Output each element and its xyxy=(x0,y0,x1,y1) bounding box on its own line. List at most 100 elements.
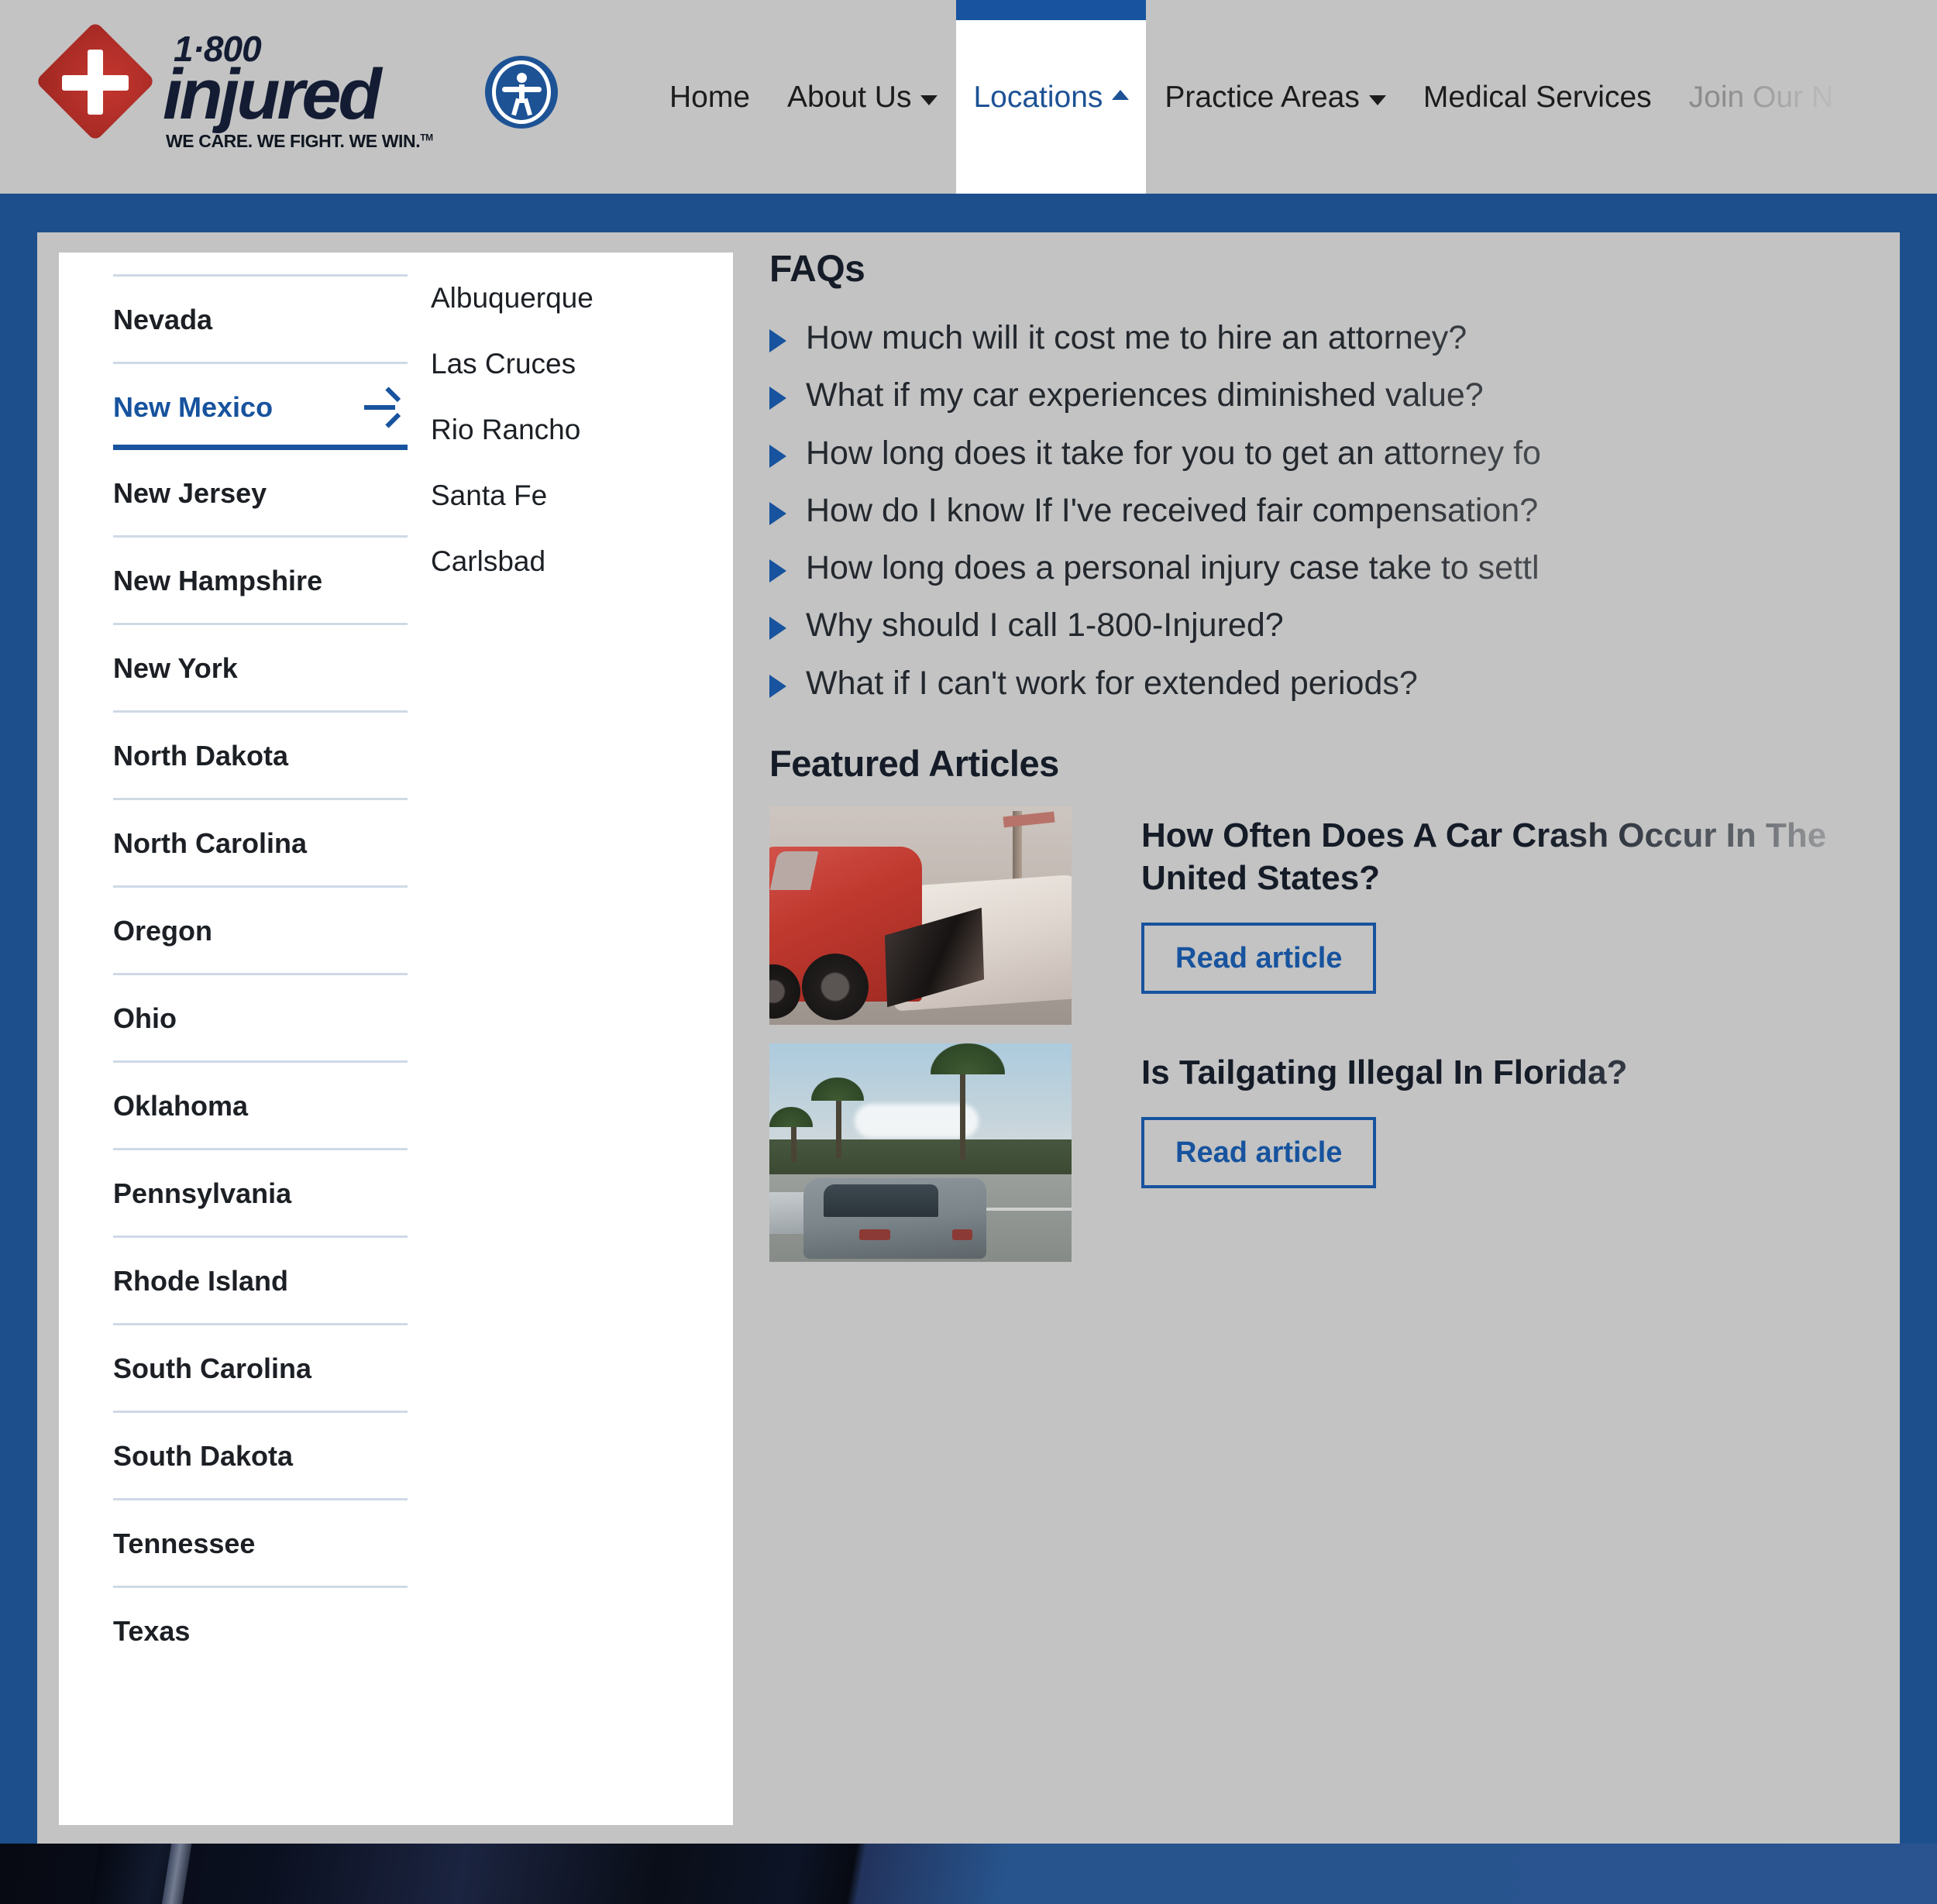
faq-item[interactable]: What if my car experiences diminished va… xyxy=(769,377,1900,414)
faq-label: How long does it take for you to get an … xyxy=(806,435,1541,472)
state-label: New Mexico xyxy=(113,394,273,421)
article-body: Is Tailgating Illegal In Florida? Read a… xyxy=(1141,1043,1900,1188)
state-label: South Carolina xyxy=(113,1355,311,1383)
triangle-right-icon xyxy=(769,617,786,640)
chevron-down-icon xyxy=(920,95,938,105)
nav-item-practice-areas[interactable]: Practice Areas xyxy=(1146,0,1404,194)
state-item-new-jersey[interactable]: New Jersey xyxy=(113,450,408,535)
brand-name: injured xyxy=(163,62,449,128)
state-list: Nevada New Mexico New Jersey New Hampshi… xyxy=(59,253,431,1825)
faq-item[interactable]: How do I know If I've received fair comp… xyxy=(769,493,1900,529)
city-item-santa-fe[interactable]: Santa Fe xyxy=(431,481,717,547)
state-label: Pennsylvania xyxy=(113,1180,291,1208)
state-label: Oregon xyxy=(113,917,212,945)
nav-item-join-our-network[interactable]: Join Our N xyxy=(1670,0,1852,194)
state-label: North Dakota xyxy=(113,742,288,770)
nav-label: About Us xyxy=(787,82,911,112)
state-item-nevada[interactable]: Nevada xyxy=(113,274,408,362)
featured-article-card: Is Tailgating Illegal In Florida? Read a… xyxy=(769,1043,1900,1262)
state-item-south-dakota[interactable]: South Dakota xyxy=(113,1411,408,1498)
state-item-texas[interactable]: Texas xyxy=(113,1586,408,1673)
city-item-rio-rancho[interactable]: Rio Rancho xyxy=(431,415,717,481)
nav-label: Join Our N xyxy=(1689,82,1833,112)
state-label: Nevada xyxy=(113,306,212,334)
locations-dropdown: Nevada New Mexico New Jersey New Hampshi… xyxy=(59,253,733,1825)
faq-item[interactable]: Why should I call 1-800-Injured? xyxy=(769,607,1900,644)
faq-list: How much will it cost me to hire an atto… xyxy=(769,320,1900,702)
state-label: North Carolina xyxy=(113,830,307,857)
nav-label: Locations xyxy=(973,82,1103,112)
dropdown-right-content: FAQs How much will it cost me to hire an… xyxy=(769,232,1900,1280)
faq-item[interactable]: How long does a personal injury case tak… xyxy=(769,550,1900,586)
brand-wordmark: 1·800 injured WE CARE. WE FIGHT. WE WIN.… xyxy=(163,31,449,152)
state-item-new-hampshire[interactable]: New Hampshire xyxy=(113,535,408,623)
article-body: How Often Does A Car Crash Occur In The … xyxy=(1141,806,1900,994)
dropdown-overlay-panel: Nevada New Mexico New Jersey New Hampshi… xyxy=(37,232,1900,1844)
state-item-south-carolina[interactable]: South Carolina xyxy=(113,1323,408,1411)
faq-item[interactable]: What if I can't work for extended period… xyxy=(769,665,1900,702)
faq-item[interactable]: How much will it cost me to hire an atto… xyxy=(769,320,1900,356)
faq-label: What if I can't work for extended period… xyxy=(806,665,1418,702)
featured-article-card: How Often Does A Car Crash Occur In The … xyxy=(769,806,1900,1025)
hero-background-photo xyxy=(0,1844,1937,1904)
state-label: Texas xyxy=(113,1617,190,1645)
state-label: Rhode Island xyxy=(113,1267,288,1295)
triangle-right-icon xyxy=(769,329,786,352)
read-article-button[interactable]: Read article xyxy=(1141,1117,1376,1188)
state-item-north-dakota[interactable]: North Dakota xyxy=(113,710,408,798)
nav-label: Medical Services xyxy=(1423,82,1652,112)
arrow-right-icon xyxy=(364,396,400,419)
triangle-right-icon xyxy=(769,559,786,583)
state-label: New Jersey xyxy=(113,479,267,507)
faq-label: How do I know If I've received fair comp… xyxy=(806,493,1538,529)
state-label: New York xyxy=(113,655,238,682)
chevron-down-icon xyxy=(1369,95,1386,105)
nav-label: Practice Areas xyxy=(1165,82,1359,112)
state-item-ohio[interactable]: Ohio xyxy=(113,973,408,1060)
nav-item-medical-services[interactable]: Medical Services xyxy=(1405,0,1670,194)
site-header: 1·800 injured WE CARE. WE FIGHT. WE WIN.… xyxy=(0,0,1937,194)
chevron-up-icon xyxy=(1112,90,1129,100)
brand-block[interactable]: 1·800 injured WE CARE. WE FIGHT. WE WIN.… xyxy=(37,17,558,152)
state-label: New Hampshire xyxy=(113,567,322,595)
triangle-right-icon xyxy=(769,387,786,410)
city-item-carlsbad[interactable]: Carlsbad xyxy=(431,547,717,613)
state-label: Tennessee xyxy=(113,1530,255,1558)
triangle-right-icon xyxy=(769,675,786,698)
page-root: Nevada New Mexico New Jersey New Hampshi… xyxy=(0,0,1937,1904)
faq-item[interactable]: How long does it take for you to get an … xyxy=(769,435,1900,472)
faq-label: What if my car experiences diminished va… xyxy=(806,377,1484,414)
faq-label: How long does a personal injury case tak… xyxy=(806,550,1540,586)
nav-label: Home xyxy=(669,82,750,112)
brand-tagline: WE CARE. WE FIGHT. WE WIN.TM xyxy=(166,131,449,152)
state-label: South Dakota xyxy=(113,1442,293,1470)
state-item-pennsylvania[interactable]: Pennsylvania xyxy=(113,1148,408,1236)
faqs-heading: FAQs xyxy=(769,248,1900,290)
city-item-albuquerque[interactable]: Albuquerque xyxy=(431,284,717,349)
article-title: Is Tailgating Illegal In Florida? xyxy=(1141,1051,1900,1094)
state-item-oregon[interactable]: Oregon xyxy=(113,885,408,973)
featured-articles-heading: Featured Articles xyxy=(769,742,1900,785)
state-item-tennessee[interactable]: Tennessee xyxy=(113,1498,408,1586)
accessibility-person-icon[interactable] xyxy=(485,56,558,129)
state-item-new-york[interactable]: New York xyxy=(113,623,408,710)
nav-item-home[interactable]: Home xyxy=(651,0,769,194)
triangle-right-icon xyxy=(769,502,786,525)
state-item-oklahoma[interactable]: Oklahoma xyxy=(113,1060,408,1148)
city-list: Albuquerque Las Cruces Rio Rancho Santa … xyxy=(431,253,733,1825)
highway-suv-photo[interactable] xyxy=(769,1043,1072,1262)
active-tab-bar xyxy=(956,0,1146,20)
state-item-rhode-island[interactable]: Rhode Island xyxy=(113,1236,408,1323)
nav-item-locations[interactable]: Locations xyxy=(956,0,1146,194)
state-item-new-mexico[interactable]: New Mexico xyxy=(113,362,408,450)
article-title: How Often Does A Car Crash Occur In The … xyxy=(1141,814,1900,899)
state-item-north-carolina[interactable]: North Carolina xyxy=(113,798,408,885)
red-diamond-cross-logo xyxy=(37,23,153,139)
city-item-las-cruces[interactable]: Las Cruces xyxy=(431,349,717,415)
car-crash-photo[interactable] xyxy=(769,806,1072,1025)
read-article-button[interactable]: Read article xyxy=(1141,923,1376,994)
nav-item-about-us[interactable]: About Us xyxy=(769,0,956,194)
state-label: Oklahoma xyxy=(113,1092,248,1120)
main-navigation: Home About Us Locations Practice Areas M… xyxy=(651,0,1852,194)
triangle-right-icon xyxy=(769,445,786,468)
